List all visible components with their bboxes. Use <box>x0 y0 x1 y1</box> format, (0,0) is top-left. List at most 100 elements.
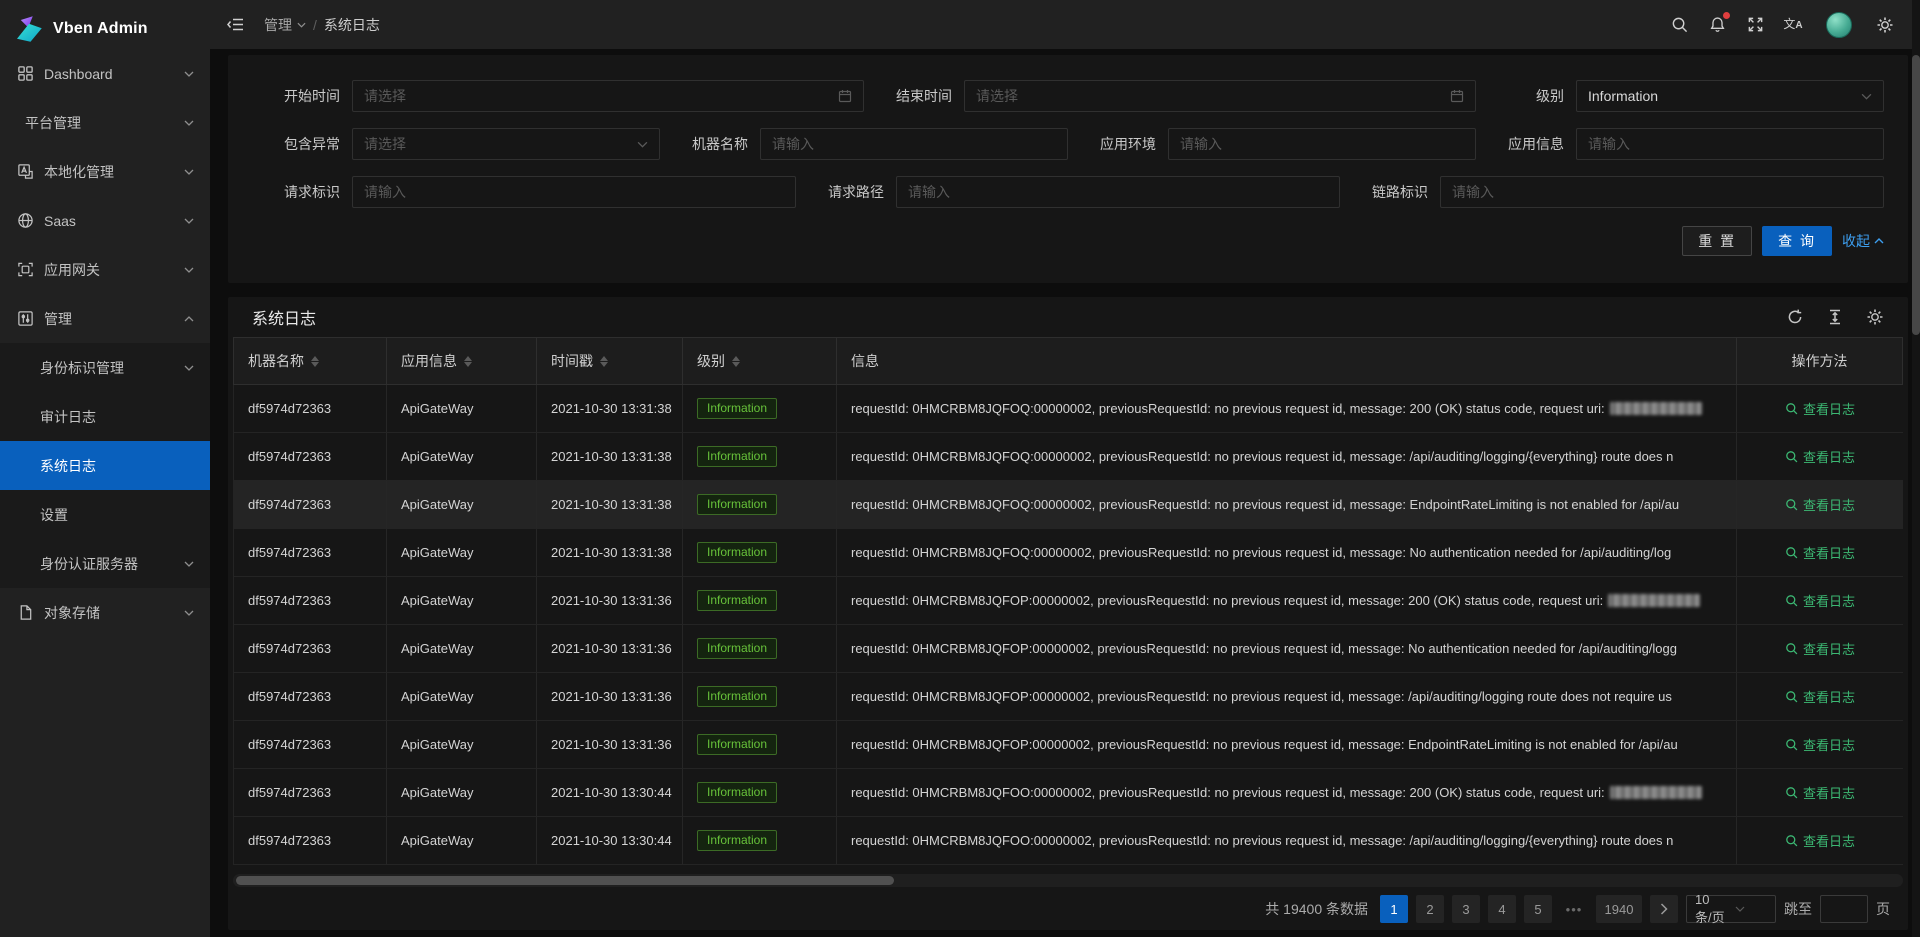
machine-name-input-wrap <box>760 128 1068 160</box>
trace-id-input[interactable] <box>1452 184 1872 200</box>
sidebar-item-auth-server[interactable]: 身份认证服务器 <box>0 539 210 588</box>
table-settings-gear-icon[interactable] <box>1866 308 1884 326</box>
column-header-timestamp[interactable]: 时间戳 <box>537 338 683 384</box>
column-header-level[interactable]: 级别 <box>683 338 837 384</box>
sidebar-item-platform[interactable]: 平台管理 <box>0 98 210 147</box>
view-log-link[interactable]: 查看日志 <box>1785 639 1855 658</box>
view-log-link[interactable]: 查看日志 <box>1785 543 1855 562</box>
vertical-scrollbar-thumb[interactable] <box>1912 55 1920 335</box>
app-info-input[interactable] <box>1588 136 1872 152</box>
table-row[interactable]: df5974d72363 ApiGateWay 2021-10-30 13:31… <box>233 577 1903 625</box>
view-log-link[interactable]: 查看日志 <box>1785 783 1855 802</box>
cell-message: requestId: 0HMCRBM8JQFOQ:00000002, previ… <box>837 529 1737 576</box>
column-header-app[interactable]: 应用信息 <box>387 338 537 384</box>
table-row[interactable]: df5974d72363 ApiGateWay 2021-10-30 13:31… <box>233 481 1903 529</box>
system-log-panel: 系统日志 机器名称 <box>228 297 1908 930</box>
sidebar-item-identity-management[interactable]: 身份标识管理 <box>0 343 210 392</box>
jump-page-input[interactable] <box>1820 895 1868 923</box>
sidebar: Vben Admin Dashboard 平台管理 本地化管理 <box>0 0 210 937</box>
request-path-input[interactable] <box>908 184 1328 200</box>
vertical-scrollbar[interactable] <box>1912 0 1920 937</box>
page-number-button[interactable]: 3 <box>1452 895 1480 923</box>
table-row[interactable]: df5974d72363 ApiGateWay 2021-10-30 13:31… <box>233 433 1903 481</box>
table-row[interactable]: df5974d72363 ApiGateWay 2021-10-30 13:31… <box>233 721 1903 769</box>
page-number-button[interactable]: 5 <box>1524 895 1552 923</box>
magnifier-icon <box>1785 834 1798 847</box>
view-log-link[interactable]: 查看日志 <box>1785 399 1855 418</box>
search-button[interactable]: 查 询 <box>1762 226 1832 256</box>
cell-timestamp: 2021-10-30 13:31:36 <box>537 625 683 672</box>
cell-machine: df5974d72363 <box>233 577 387 624</box>
end-time-date-input[interactable]: 请选择 <box>964 80 1476 112</box>
sidebar-item-manage[interactable]: 管理 <box>0 294 210 343</box>
sort-icon[interactable] <box>311 356 319 367</box>
sidebar-item-localization[interactable]: 本地化管理 <box>0 147 210 196</box>
page-number-button[interactable]: 1940 <box>1596 895 1642 923</box>
main-content: 开始时间 请选择 结束时间 请选择 级别 Inform <box>210 49 1920 937</box>
view-log-link[interactable]: 查看日志 <box>1785 687 1855 706</box>
column-label: 级别 <box>697 351 725 371</box>
column-header-machine[interactable]: 机器名称 <box>233 338 387 384</box>
collapse-label: 收起 <box>1842 231 1870 251</box>
view-log-link[interactable]: 查看日志 <box>1785 495 1855 514</box>
next-page-button[interactable] <box>1650 895 1678 923</box>
sidebar-item-audit-log[interactable]: 审计日志 <box>0 392 210 441</box>
sort-icon[interactable] <box>732 356 740 367</box>
horizontal-scrollbar[interactable] <box>233 874 1903 887</box>
table-toolbar <box>1786 308 1892 326</box>
sidebar-item-label: 本地化管理 <box>44 162 184 182</box>
sidebar-item-label: 审计日志 <box>40 407 194 427</box>
sort-icon[interactable] <box>464 356 472 367</box>
refresh-icon[interactable] <box>1786 308 1804 326</box>
cell-message: requestId: 0HMCRBM8JQFOQ:00000002, previ… <box>837 385 1737 432</box>
page-number-button[interactable]: ••• <box>1560 895 1588 923</box>
machine-name-input[interactable] <box>772 136 1056 152</box>
view-log-link[interactable]: 查看日志 <box>1785 591 1855 610</box>
cell-machine: df5974d72363 <box>233 625 387 672</box>
search-icon[interactable] <box>1660 0 1698 49</box>
table-row[interactable]: df5974d72363 ApiGateWay 2021-10-30 13:31… <box>233 529 1903 577</box>
fullscreen-icon[interactable] <box>1736 0 1774 49</box>
field-label: 包含异常 <box>252 134 340 154</box>
table-row[interactable]: df5974d72363 ApiGateWay 2021-10-30 13:30… <box>233 769 1903 817</box>
row-height-icon[interactable] <box>1826 308 1844 326</box>
cell-machine: df5974d72363 <box>233 673 387 720</box>
sidebar-item-settings[interactable]: 设置 <box>0 490 210 539</box>
user-avatar[interactable] <box>1820 0 1858 49</box>
sidebar-item-gateway[interactable]: 应用网关 <box>0 245 210 294</box>
sidebar-item-system-log[interactable]: 系统日志 <box>0 441 210 490</box>
page-number-button[interactable]: 1 <box>1380 895 1408 923</box>
table-row[interactable]: df5974d72363 ApiGateWay 2021-10-30 13:31… <box>233 625 1903 673</box>
reset-button[interactable]: 重 置 <box>1682 226 1752 256</box>
sidebar-item-dashboard[interactable]: Dashboard <box>0 49 210 98</box>
sort-icon[interactable] <box>600 356 608 367</box>
sidebar-collapse-icon[interactable] <box>222 12 248 38</box>
level-select[interactable]: Information <box>1576 80 1884 112</box>
locale-translate-icon[interactable]: 文A <box>1774 0 1812 49</box>
chevron-up-icon <box>184 316 194 322</box>
collapse-filter-link[interactable]: 收起 <box>1842 231 1884 251</box>
page-number-button[interactable]: 4 <box>1488 895 1516 923</box>
chevron-up-icon <box>1874 238 1884 244</box>
sidebar-item-saas[interactable]: Saas <box>0 196 210 245</box>
table-row[interactable]: df5974d72363 ApiGateWay 2021-10-30 13:30… <box>233 817 1903 865</box>
chevron-down-icon <box>184 71 194 77</box>
message-text: requestId: 0HMCRBM8JQFOQ:00000002, previ… <box>851 497 1679 512</box>
breadcrumb-section[interactable]: 管理 <box>264 15 306 35</box>
table-row[interactable]: df5974d72363 ApiGateWay 2021-10-30 13:31… <box>233 385 1903 433</box>
notification-bell-icon[interactable] <box>1698 0 1736 49</box>
view-log-link[interactable]: 查看日志 <box>1785 831 1855 850</box>
view-log-link[interactable]: 查看日志 <box>1785 735 1855 754</box>
settings-gear-icon[interactable] <box>1866 0 1904 49</box>
exception-select[interactable]: 请选择 <box>352 128 660 160</box>
page-number-button[interactable]: 2 <box>1416 895 1444 923</box>
sidebar-item-object-storage[interactable]: 对象存储 <box>0 588 210 637</box>
view-log-link[interactable]: 查看日志 <box>1785 447 1855 466</box>
horizontal-scrollbar-thumb[interactable] <box>236 876 894 885</box>
page-size-select[interactable]: 10 条/页 <box>1686 895 1776 923</box>
start-time-date-input[interactable]: 请选择 <box>352 80 864 112</box>
app-env-input[interactable] <box>1180 136 1464 152</box>
request-id-input[interactable] <box>364 184 784 200</box>
page-list: 1 2 3 4 5 ••• 1940 <box>1380 895 1642 923</box>
table-row[interactable]: df5974d72363 ApiGateWay 2021-10-30 13:31… <box>233 673 1903 721</box>
